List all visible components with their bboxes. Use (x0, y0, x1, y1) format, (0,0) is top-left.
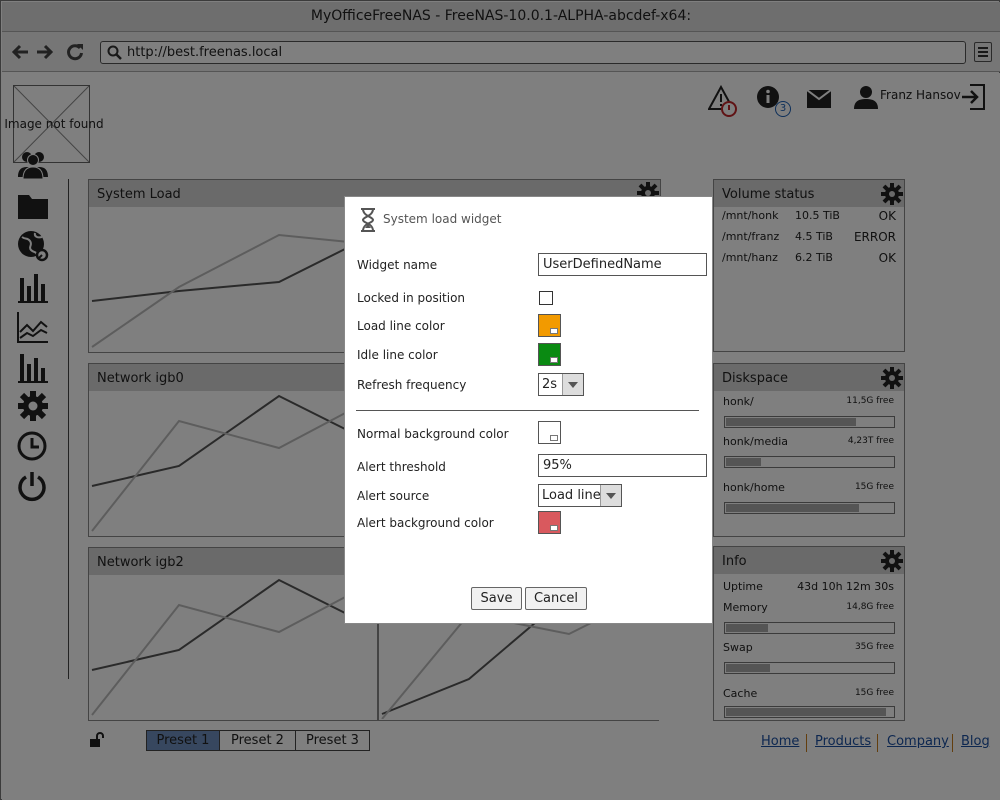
normal-bg-label: Normal background color (357, 427, 509, 441)
chevron-down-icon (600, 485, 621, 506)
alert-bg-label: Alert background color (357, 516, 494, 530)
save-button[interactable]: Save (471, 587, 522, 610)
locked-checkbox[interactable] (539, 291, 553, 305)
chevron-down-icon (562, 374, 583, 395)
alert-source-label: Alert source (357, 489, 430, 503)
normal-bg-color-picker[interactable] (538, 421, 561, 444)
idle-color-label: Idle line color (357, 348, 438, 362)
widget-settings-dialog: System load widget Widget name UserDefin… (344, 196, 713, 624)
refresh-select[interactable]: 2s (538, 373, 584, 396)
dialog-divider (356, 410, 699, 411)
cancel-button[interactable]: Cancel (525, 587, 587, 610)
widget-name-label: Widget name (357, 258, 438, 272)
refresh-label: Refresh frequency (357, 378, 467, 392)
alert-source-select[interactable]: Load line (538, 484, 622, 507)
refresh-value: 2s (542, 377, 558, 392)
dialog-title: System load widget (383, 212, 502, 226)
widget-name-input[interactable]: UserDefinedName (538, 253, 707, 276)
locked-label: Locked in position (357, 291, 466, 305)
hourglass-icon (361, 208, 375, 232)
load-color-label: Load line color (357, 319, 445, 333)
alert-source-value: Load line (542, 488, 601, 503)
load-color-picker[interactable] (538, 314, 561, 337)
alert-threshold-input[interactable]: 95% (538, 454, 707, 477)
alert-threshold-label: Alert threshold (357, 460, 446, 474)
idle-color-picker[interactable] (538, 343, 561, 366)
alert-bg-color-picker[interactable] (538, 511, 561, 534)
